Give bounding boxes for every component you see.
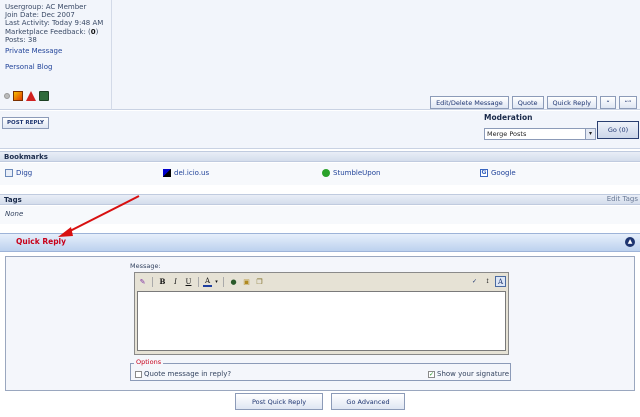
font-color-button[interactable]: A — [203, 276, 212, 287]
quote-message-option[interactable]: Quote message in reply? — [135, 370, 231, 378]
quick-reply-button[interactable]: Quick Reply — [546, 96, 597, 109]
bookmark-stumbleupon[interactable]: StumbleUpon — [322, 169, 380, 177]
editor-mode-toggle-icon[interactable]: A — [495, 276, 506, 287]
post-reply-button[interactable]: POST REPLY — [2, 117, 49, 129]
join-date-text: Join Date: Dec 2007 — [5, 11, 75, 20]
bookmark-delicious[interactable]: del.icio.us — [163, 169, 209, 177]
quote-message-label: Quote message in reply? — [144, 370, 232, 378]
tags-none-text: None — [5, 210, 24, 218]
usergroup-text: Usergroup: AC Member — [5, 3, 87, 11]
chevron-down-icon[interactable]: ▾ — [214, 276, 219, 287]
toolbar-separator — [198, 276, 199, 287]
edit-tags-link[interactable]: Edit Tags — [607, 195, 638, 203]
edit-delete-message-button[interactable]: Edit/Delete Message — [430, 96, 509, 109]
spell-check-icon[interactable]: ✓ — [469, 276, 480, 287]
message-label: Message: — [130, 262, 161, 270]
multi-quote-button[interactable]: “ — [600, 96, 616, 109]
chevron-down-icon[interactable]: ▾ — [585, 129, 595, 139]
toolbar-separator — [223, 276, 224, 287]
bookmark-google[interactable]: G Google — [480, 169, 516, 177]
wrap-quote-icon[interactable]: ❐ — [254, 276, 265, 287]
bookmark-digg-label[interactable]: Digg — [16, 169, 32, 177]
collapse-icon[interactable]: ▲ — [625, 237, 635, 247]
last-activity-text: Last Activity: Today 9:48 AM — [5, 19, 104, 28]
user-info-panel: Usergroup: AC Member Join Date: Dec 2007… — [0, 0, 112, 110]
bookmarks-header: Bookmarks — [0, 151, 640, 162]
posts-count-text: Posts: 38 — [5, 35, 37, 44]
google-icon: G — [480, 169, 488, 177]
quick-reply-actions: Post Quick Reply Go Advanced — [0, 393, 640, 410]
quick-reply-header — [0, 233, 640, 252]
reply-moderation-bar: POST REPLY Moderation Merge Posts ▾ — [0, 111, 640, 149]
delicious-icon — [163, 169, 171, 177]
quote-message-checkbox[interactable] — [135, 370, 142, 378]
options-legend: Options — [134, 358, 164, 366]
bookmark-digg[interactable]: Digg — [5, 169, 32, 177]
private-message-link[interactable]: Private Message — [5, 47, 62, 55]
stumbleupon-icon — [322, 169, 330, 177]
report-post-icon[interactable] — [26, 91, 36, 101]
feedback-close: ) — [95, 27, 99, 36]
digg-icon — [5, 169, 13, 177]
personal-blog-link[interactable]: Personal Blog — [5, 63, 52, 71]
bookmark-delicious-label[interactable]: del.icio.us — [174, 169, 209, 177]
editor-toolbar: ✎ B I U A ▾ ● ▣ ❐ ✓ ↕ A — [137, 275, 506, 288]
tags-header: Tags — [0, 194, 640, 205]
bookmarks-body — [0, 163, 640, 185]
moderation-select[interactable]: Merge Posts ▾ — [484, 128, 596, 140]
italic-button[interactable]: I — [170, 276, 181, 287]
resize-editor-icon[interactable]: ↕ — [482, 276, 493, 287]
toolbar-separator — [152, 276, 153, 287]
tags-title: Tags — [4, 196, 22, 204]
moderation-label: Moderation — [484, 113, 533, 122]
bookmark-stumbleupon-label[interactable]: StumbleUpon — [333, 169, 380, 177]
quote-small-button[interactable]: “” — [619, 96, 637, 109]
quote-button[interactable]: Quote — [511, 96, 544, 109]
post-quick-reply-button[interactable]: Post Quick Reply — [235, 393, 323, 410]
show-signature-checkbox[interactable]: ✓ — [428, 370, 435, 378]
insert-link-icon[interactable]: ● — [228, 276, 239, 287]
go-advanced-button[interactable]: Go Advanced — [331, 393, 405, 410]
tags-body — [0, 206, 640, 224]
switch-editor-mode-icon[interactable]: ✎ — [137, 276, 148, 287]
post-link-icon[interactable] — [39, 91, 49, 101]
marketplace-feedback-text: Marketplace Feedback: (0) — [5, 28, 106, 36]
feedback-label: Marketplace Feedback: ( — [5, 27, 91, 36]
post-action-buttons: Edit/Delete Message Quote Quick Reply “ … — [430, 96, 637, 109]
moderation-selected-value: Merge Posts — [487, 130, 527, 138]
bold-button[interactable]: B — [157, 276, 168, 287]
post-footer: Usergroup: AC Member Join Date: Dec 2007… — [0, 0, 640, 110]
reputation-icon[interactable] — [13, 91, 23, 101]
bookmark-google-label[interactable]: Google — [491, 169, 516, 177]
insert-image-icon[interactable]: ▣ — [241, 276, 252, 287]
user-status-icons — [4, 91, 49, 101]
underline-button[interactable]: U — [183, 276, 194, 287]
message-textarea[interactable] — [137, 291, 506, 351]
offline-status-icon — [4, 93, 10, 99]
show-signature-option[interactable]: ✓ Show your signature — [428, 370, 509, 378]
show-signature-label: Show your signature — [437, 370, 510, 378]
moderation-go-button[interactable]: Go (0) — [597, 121, 639, 139]
quick-reply-title: Quick Reply — [16, 237, 67, 246]
